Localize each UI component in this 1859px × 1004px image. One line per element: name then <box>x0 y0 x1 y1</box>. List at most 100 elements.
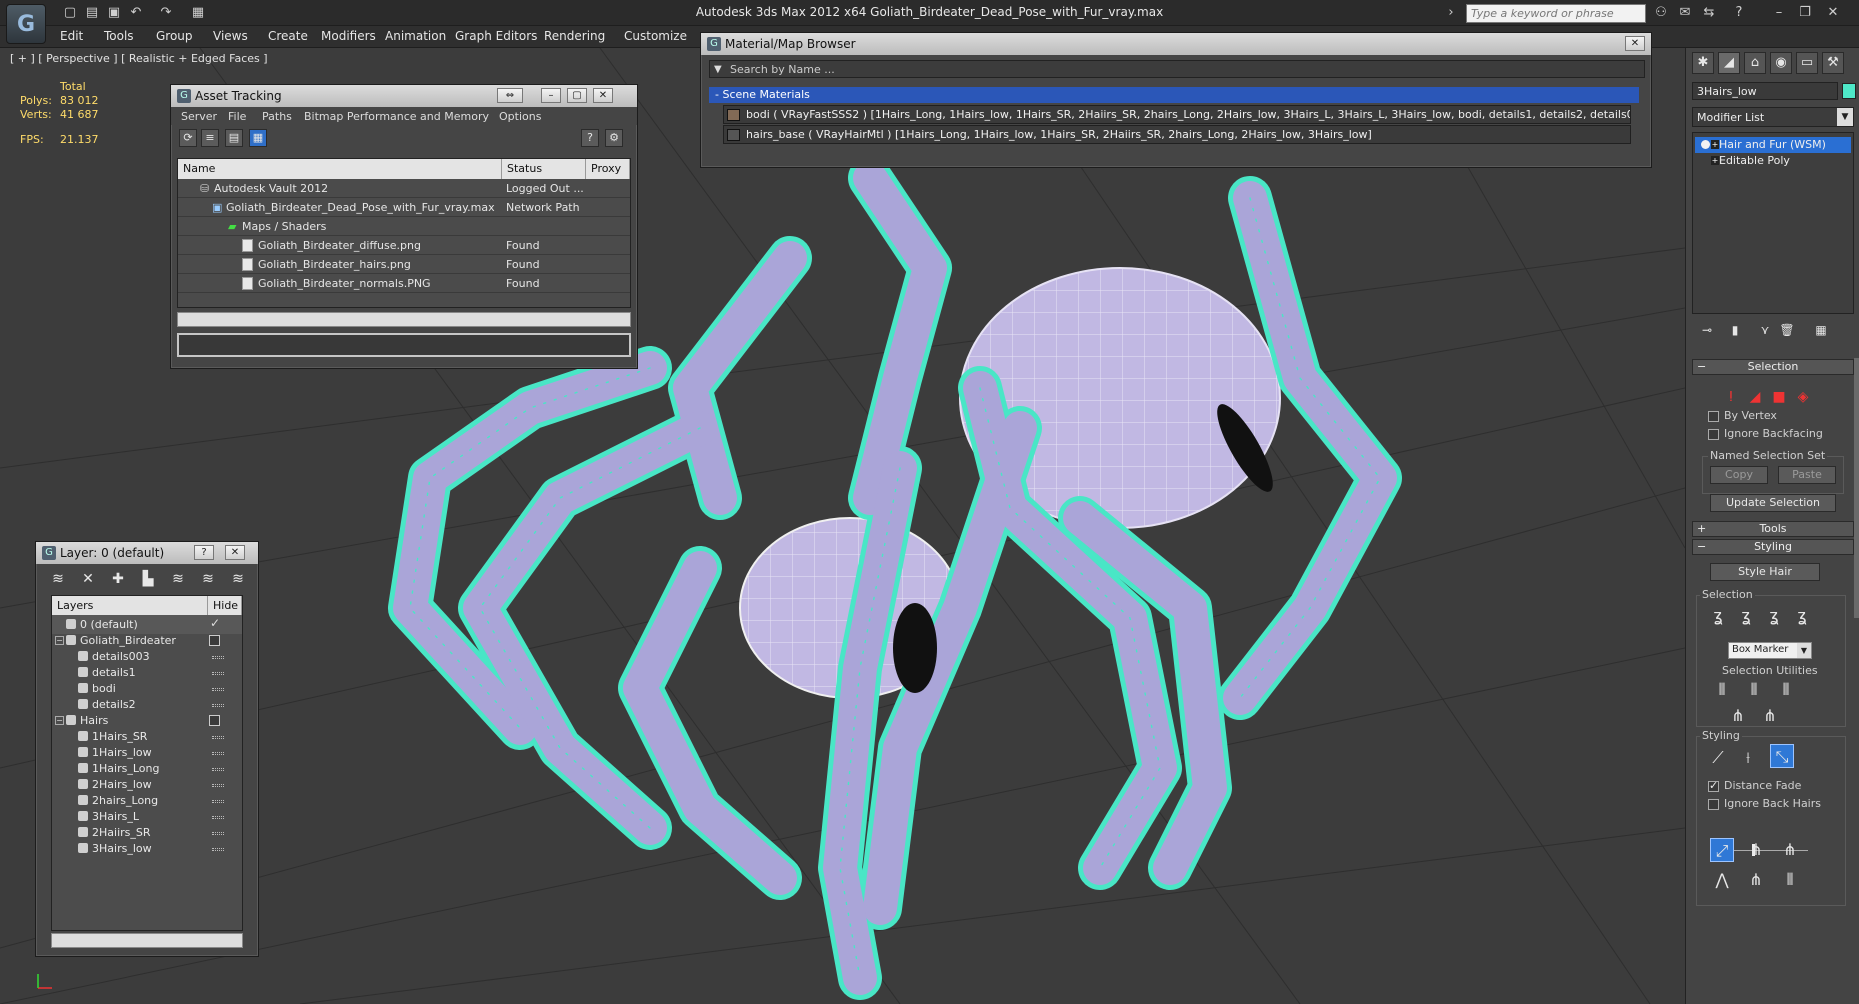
rotate-hair-icon[interactable]: ⋔ <box>1744 868 1768 892</box>
at-menu-server[interactable]: Server <box>181 110 217 123</box>
stack-item-hair-and-fur[interactable]: + Hair and Fur (WSM) <box>1695 137 1851 153</box>
col-status[interactable]: Status <box>502 159 586 179</box>
collapse-toggle-icon[interactable]: − <box>55 716 64 725</box>
dialog-minimize-icon[interactable]: – <box>541 88 561 103</box>
ignore-back-hairs-checkbox[interactable] <box>1708 799 1719 810</box>
create-tab-icon[interactable]: ✱ <box>1692 52 1714 74</box>
dialog-maximize-icon[interactable]: ▢ <box>567 88 587 103</box>
stack-item-editable-poly[interactable]: + Editable Poly <box>1695 153 1851 169</box>
expand-plus-icon[interactable]: + <box>1711 140 1719 149</box>
hide-layer-checkbox[interactable] <box>209 635 220 646</box>
hide-object-toggle[interactable] <box>212 816 224 819</box>
hierarchy-tab-icon[interactable]: ⌂ <box>1744 52 1766 74</box>
table-row[interactable]: Goliath_Birdeater_diffuse.png Found <box>178 236 630 255</box>
selection-rollout-header[interactable]: − Selection <box>1692 359 1854 375</box>
refresh-icon[interactable]: ⟳ <box>179 129 197 147</box>
col-layers[interactable]: Layers <box>52 596 208 615</box>
hide-object-toggle[interactable] <box>212 832 224 835</box>
show-end-result-icon[interactable]: ▮ <box>1726 321 1744 339</box>
layer-list-scrollbar[interactable] <box>51 933 243 948</box>
hide-object-toggle[interactable] <box>212 800 224 803</box>
select-hair-subtract-icon[interactable]: ʓ <box>1762 604 1786 628</box>
help-icon[interactable]: ? <box>1730 4 1748 22</box>
ignore-backfacing-checkbox[interactable] <box>1708 429 1719 440</box>
element-selection-icon[interactable]: ◈ <box>1794 388 1812 406</box>
make-unique-icon[interactable]: ⋎ <box>1756 321 1774 339</box>
material-browser-close-icon[interactable]: ✕ <box>1625 36 1645 51</box>
material-browser-titlebar[interactable]: G Material/Map Browser ✕ <box>701 33 1651 55</box>
scene-materials-group[interactable]: - Scene Materials <box>709 87 1639 103</box>
hair-select-icon[interactable]: ⤡ <box>1770 744 1794 768</box>
select-hair-icon[interactable]: ʓ <box>1706 604 1730 628</box>
remove-modifier-icon[interactable]: 🗑 <box>1778 321 1796 339</box>
col-proxy[interactable]: Proxy <box>586 159 630 179</box>
menu-views[interactable]: Views <box>213 29 248 43</box>
select-objects-in-layer-icon[interactable]: ▙ <box>138 570 158 588</box>
style-hair-button[interactable]: Style Hair <box>1710 563 1820 581</box>
search-options-arrow-icon[interactable]: ▼ <box>714 64 722 75</box>
restore-window-icon[interactable]: ❐ <box>1796 4 1814 22</box>
object-color-swatch[interactable] <box>1842 83 1856 99</box>
dialog-close-icon[interactable]: ✕ <box>593 88 613 103</box>
at-menu-options[interactable]: Options <box>499 110 541 123</box>
asset-path-field[interactable] <box>177 333 631 357</box>
table-row[interactable]: ⛁ Autodesk Vault 2012 Logged Out ... <box>178 179 630 198</box>
scale-hair-icon[interactable]: ⦀ <box>1778 868 1802 892</box>
update-selection-button[interactable]: Update Selection <box>1710 494 1836 512</box>
hide-layer-checkbox[interactable] <box>209 715 220 726</box>
layer-object-row[interactable]: 3Hairs_low <box>52 839 242 858</box>
modifier-list-dropdown[interactable]: Modifier List ▼ <box>1692 107 1854 127</box>
at-menu-paths[interactable]: Paths <box>262 110 292 123</box>
active-layer-check-icon[interactable]: ✓ <box>210 616 220 630</box>
copy-button[interactable]: Copy <box>1710 466 1768 484</box>
viewport-label-menu[interactable]: [ + ] [ Perspective ] [ Realistic + Edge… <box>10 52 268 65</box>
tools-rollout-header[interactable]: + Tools <box>1692 521 1854 537</box>
translate-hair-icon[interactable]: ⤢ <box>1710 838 1734 862</box>
styling-rollout-header[interactable]: − Styling <box>1692 539 1854 555</box>
chevron-down-icon[interactable]: ▼ <box>1797 643 1811 658</box>
layer-dialog-help-icon[interactable]: ? <box>194 545 214 560</box>
polygon-selection-icon[interactable]: ■ <box>1770 388 1788 406</box>
configure-sets-icon[interactable]: ▦ <box>1812 321 1830 339</box>
rotate-selection-icon[interactable]: ⦀ <box>1742 678 1766 702</box>
motion-tab-icon[interactable]: ◉ <box>1770 52 1792 74</box>
modify-tab-icon[interactable]: ◢ <box>1718 52 1740 74</box>
minimize-window-icon[interactable]: – <box>1770 4 1788 22</box>
hide-object-toggle[interactable] <box>212 704 224 707</box>
clump-hair-icon[interactable]: ⋀ <box>1710 868 1734 892</box>
face-selection-icon[interactable]: ◢ <box>1746 388 1764 406</box>
menu-group[interactable]: Group <box>156 29 193 43</box>
freeze-all-layers-icon[interactable]: ≋ <box>228 570 248 588</box>
material-item-bodi[interactable]: bodi ( VRayFastSSS2 ) [1Hairs_Long, 1Hai… <box>723 105 1631 124</box>
table-view-icon[interactable]: ▦ <box>249 129 267 147</box>
dock-icon[interactable]: ⇔ <box>497 88 523 103</box>
show-hidden-icon[interactable]: ⋔ <box>1758 704 1782 728</box>
menu-tools[interactable]: Tools <box>104 29 134 43</box>
highlight-selected-layer-icon[interactable]: ≋ <box>168 570 188 588</box>
table-row[interactable]: ▣ Goliath_Birdeater_Dead_Pose_with_Fur_v… <box>178 198 630 217</box>
pin-stack-icon[interactable]: ⊸ <box>1698 321 1716 339</box>
puff-roots-icon[interactable]: ⋔ <box>1778 838 1802 862</box>
at-menu-bitmap-performance[interactable]: Bitmap Performance and Memory <box>304 110 489 123</box>
menu-create[interactable]: Create <box>268 29 308 43</box>
hide-object-toggle[interactable] <box>212 784 224 787</box>
col-hide[interactable]: Hide <box>208 596 242 615</box>
stand-hair-icon[interactable]: ⋔ <box>1744 838 1768 862</box>
hide-selected-icon[interactable]: ⋔ <box>1726 704 1750 728</box>
table-row[interactable]: Goliath_Birdeater_normals.PNG Found <box>178 274 630 293</box>
delete-layer-icon[interactable]: ✕ <box>78 570 98 588</box>
layer-dialog-titlebar[interactable]: G Layer: 0 (default) ? ✕ <box>36 542 258 564</box>
display-tab-icon[interactable]: ▭ <box>1796 52 1818 74</box>
chevron-down-icon[interactable]: ▼ <box>1837 108 1853 126</box>
expand-selection-icon[interactable]: ⦀ <box>1774 678 1798 702</box>
menu-customize[interactable]: Customize <box>624 29 687 43</box>
menu-graph-editors[interactable]: Graph Editors <box>455 29 537 43</box>
distance-fade-checkbox[interactable] <box>1708 779 1719 792</box>
close-window-icon[interactable]: ✕ <box>1824 4 1842 22</box>
asset-tracking-titlebar[interactable]: G Asset Tracking ⇔ – ▢ ✕ <box>171 85 637 107</box>
invert-selection-icon[interactable]: ⦀ <box>1710 678 1734 702</box>
hide-object-toggle[interactable] <box>212 688 224 691</box>
collapse-toggle-icon[interactable]: − <box>55 636 64 645</box>
asset-table-scrollbar[interactable] <box>177 312 631 327</box>
material-item-hairs-base[interactable]: hairs_base ( VRayHairMtl ) [1Hairs_Long,… <box>723 125 1631 144</box>
